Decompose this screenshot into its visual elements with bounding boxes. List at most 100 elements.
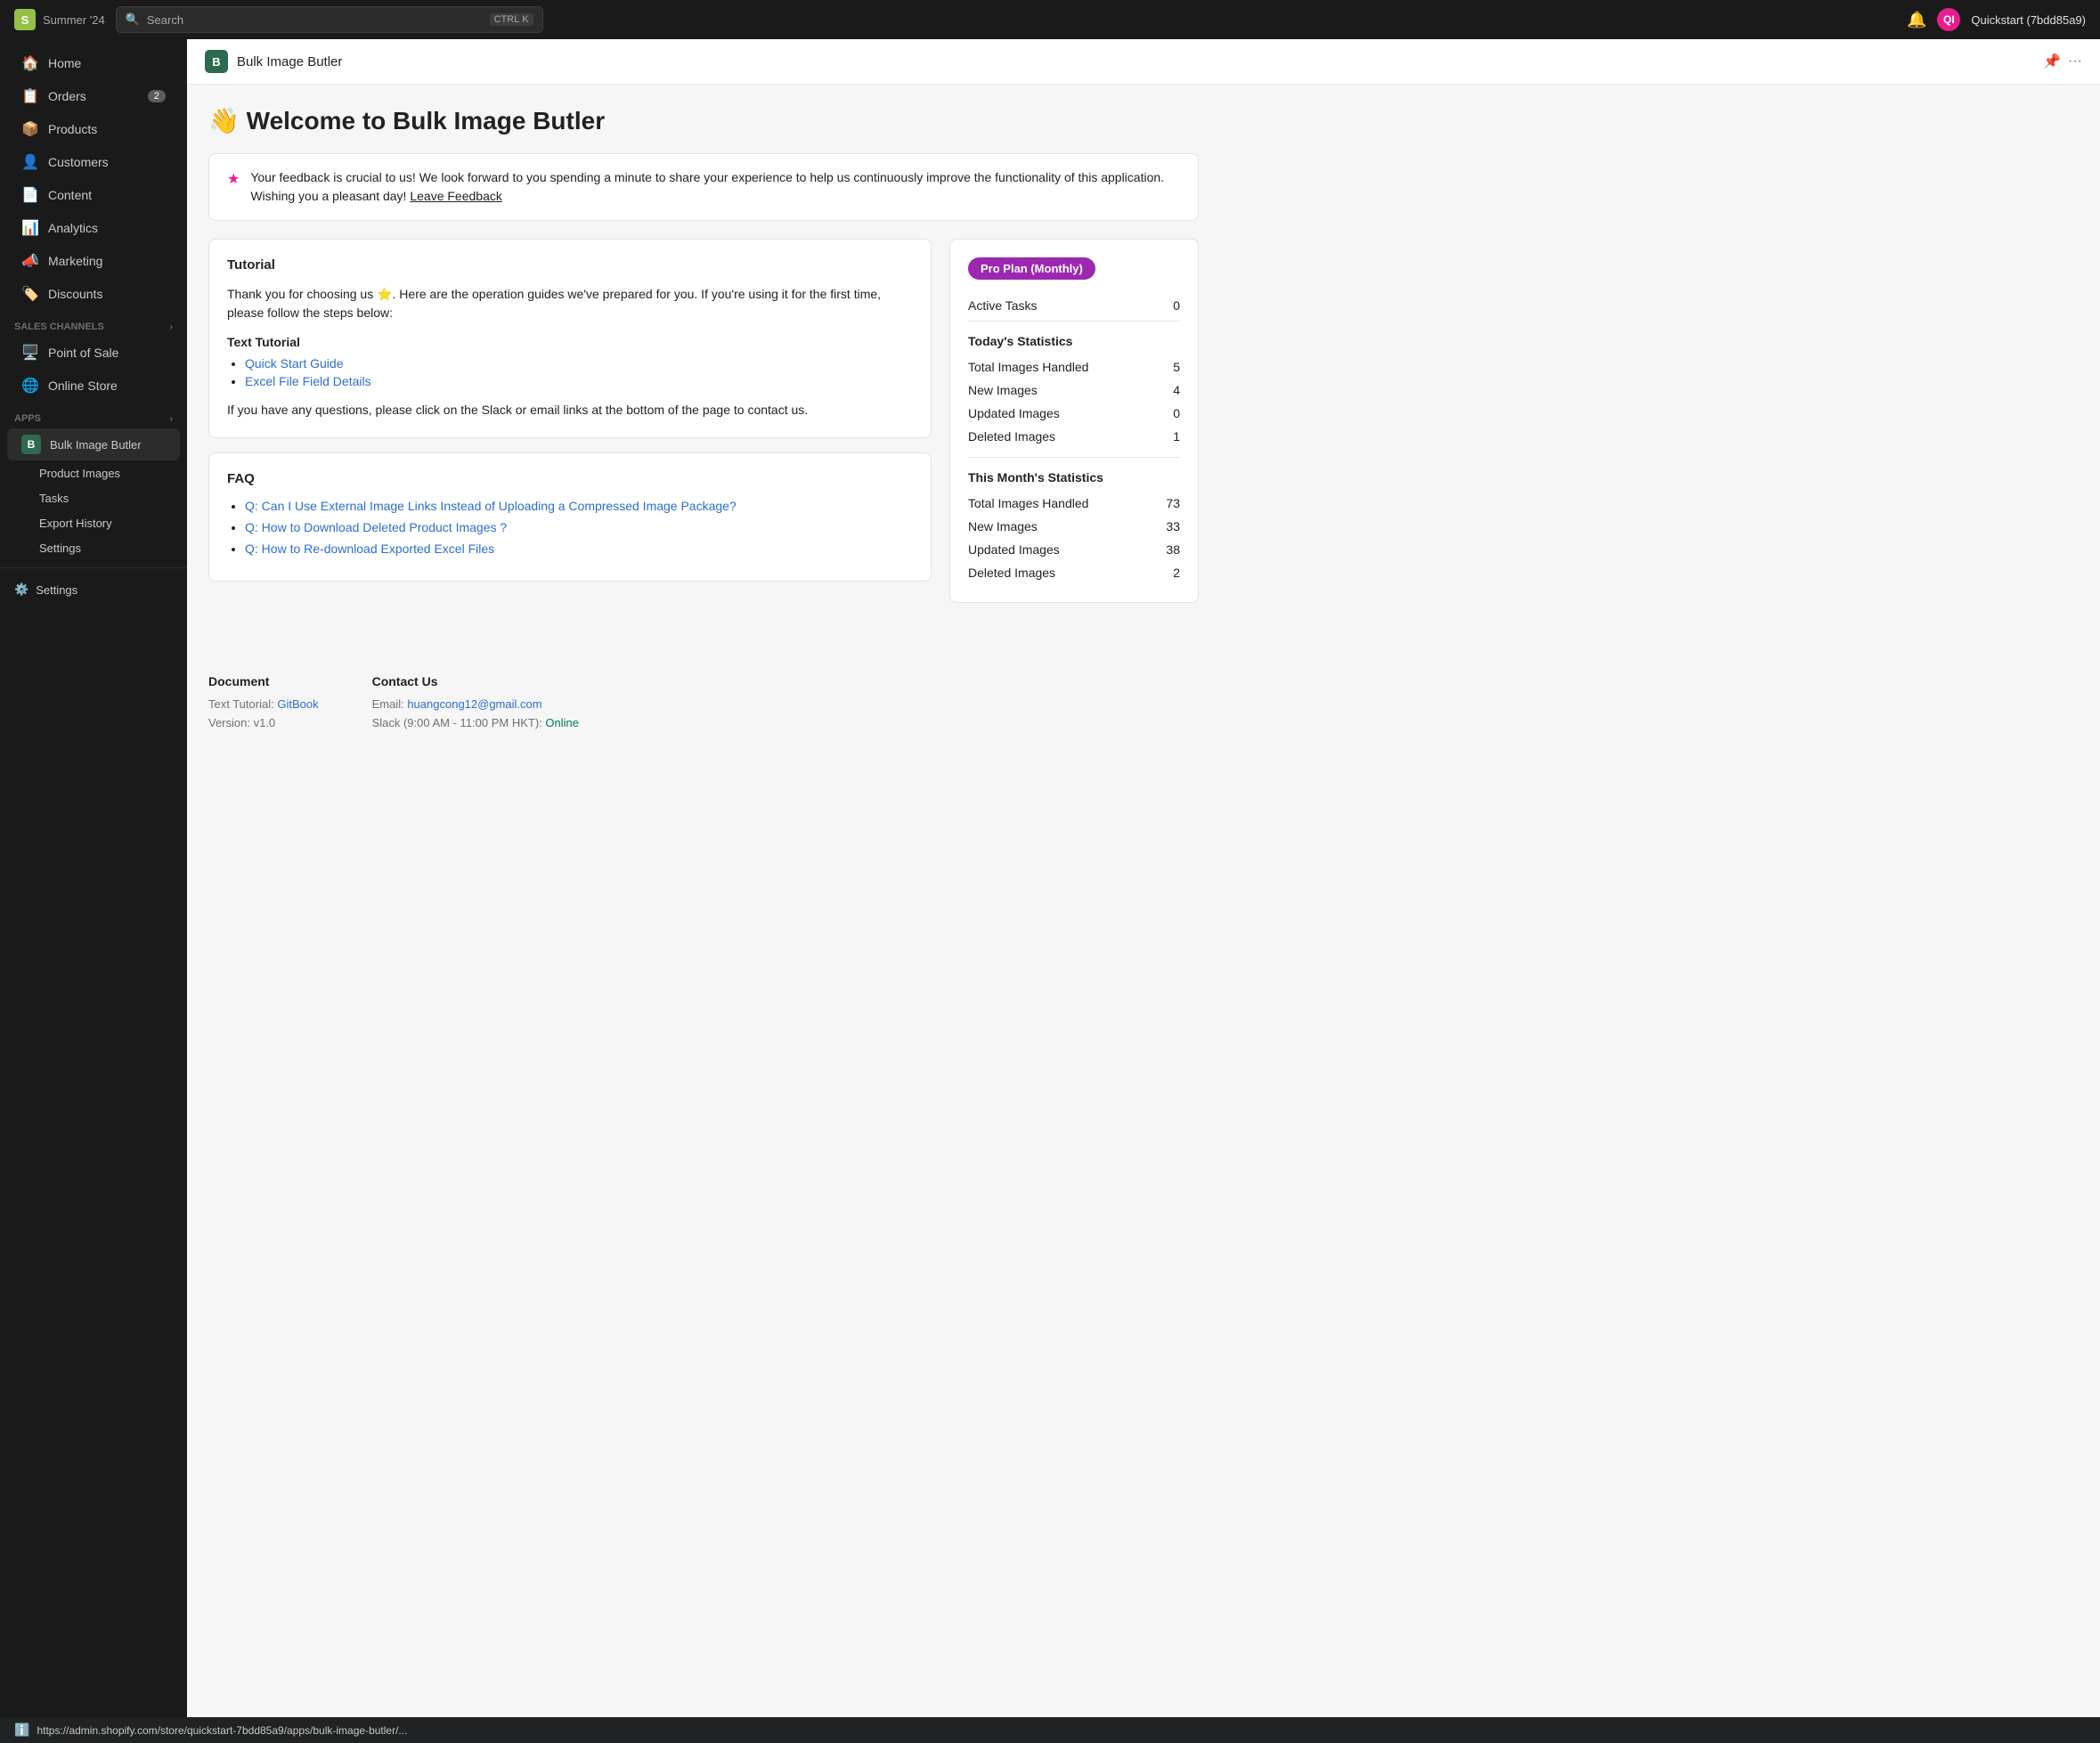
topbar: S Summer '24 🔍 Search CTRL K 🔔 QI Quicks… — [0, 0, 2100, 39]
stat-value: 1 — [1173, 429, 1180, 444]
avatar: QI — [1937, 8, 1960, 31]
footer-slack: Slack (9:00 AM - 11:00 PM HKT): Online — [372, 716, 579, 729]
home-icon: 🏠 — [21, 54, 39, 72]
stat-row: Updated Images 38 — [968, 538, 1180, 561]
quick-start-guide-link[interactable]: Quick Start Guide — [245, 356, 344, 371]
sidebar-item-orders[interactable]: 📋 Orders 2 — [7, 80, 180, 112]
orders-icon: 📋 — [21, 87, 39, 105]
sidebar-subitem-product-images[interactable]: Product Images — [7, 461, 180, 485]
sidebar-item-home[interactable]: 🏠 Home — [7, 47, 180, 79]
right-column: Pro Plan (Monthly) Active Tasks 0 Today'… — [949, 239, 1199, 617]
sidebar-subitem-tasks[interactable]: Tasks — [7, 486, 180, 510]
sidebar-item-label: Discounts — [48, 287, 102, 301]
settings-label: Settings — [39, 542, 81, 555]
footer-contact-title: Contact Us — [372, 674, 579, 688]
footer-contact-col: Contact Us Email: huangcong12@gmail.com … — [372, 674, 579, 735]
product-images-label: Product Images — [39, 467, 120, 480]
settings-icon: ⚙️ — [14, 582, 28, 597]
stat-row: New Images 33 — [968, 515, 1180, 538]
stat-row: Updated Images 0 — [968, 402, 1180, 425]
online-store-icon: 🌐 — [21, 377, 39, 395]
app-name-label: Bulk Image Butler — [50, 438, 142, 452]
customers-icon: 👤 — [21, 153, 39, 171]
stat-label: Deleted Images — [968, 566, 1055, 580]
email-link[interactable]: huangcong12@gmail.com — [407, 697, 541, 711]
stat-label: Updated Images — [968, 406, 1060, 420]
bottom-url: https://admin.shopify.com/store/quicksta… — [37, 1724, 407, 1737]
sidebar-item-online-store[interactable]: 🌐 Online Store — [7, 370, 180, 402]
sidebar-item-marketing[interactable]: 📣 Marketing — [7, 245, 180, 277]
sidebar-item-label: Orders — [48, 89, 86, 103]
sidebar-item-customers[interactable]: 👤 Customers — [7, 146, 180, 178]
faq-link-2[interactable]: Q: How to Download Deleted Product Image… — [245, 520, 507, 534]
shopify-logo-area: S Summer '24 — [14, 9, 105, 30]
app-header-title: Bulk Image Butler — [237, 54, 342, 69]
settings-footer-label: Settings — [36, 583, 77, 597]
gitbook-link[interactable]: GitBook — [277, 697, 318, 711]
faq-link-3[interactable]: Q: How to Re-download Exported Excel Fil… — [245, 542, 494, 556]
tutorial-links: Quick Start Guide Excel File Field Detai… — [227, 356, 913, 388]
more-options-icon[interactable]: ··· — [2068, 53, 2082, 69]
sidebar-item-label: Point of Sale — [48, 346, 118, 360]
sidebar-subitem-settings[interactable]: Settings — [7, 536, 180, 560]
list-item: Excel File Field Details — [245, 374, 913, 388]
stat-label: New Images — [968, 383, 1038, 397]
active-tasks-label: Active Tasks — [968, 298, 1038, 313]
footer-columns: Document Text Tutorial: GitBook Version:… — [208, 674, 2079, 735]
sidebar-item-analytics[interactable]: 📊 Analytics — [7, 212, 180, 244]
leave-feedback-link[interactable]: Leave Feedback — [410, 189, 502, 203]
sidebar-item-label: Products — [48, 122, 97, 136]
active-tasks-value: 0 — [1173, 298, 1180, 313]
notification-icon[interactable]: 🔔 — [1907, 11, 1926, 29]
search-shortcut: CTRL K — [490, 13, 533, 26]
feedback-text: Your feedback is crucial to us! We look … — [250, 168, 1180, 206]
sidebar-item-bulk-image-butler[interactable]: B Bulk Image Butler — [7, 428, 180, 460]
apps-section: Apps › — [0, 403, 187, 428]
username-label: Quickstart (7bdd85a9) — [1971, 13, 2086, 27]
stat-value: 73 — [1166, 496, 1180, 510]
app-icon: B — [21, 435, 41, 454]
left-column: Tutorial Thank you for choosing us ⭐. He… — [208, 239, 932, 596]
content-icon: 📄 — [21, 186, 39, 204]
list-item: Q: How to Download Deleted Product Image… — [245, 520, 913, 534]
sidebar-settings[interactable]: ⚙️ Settings — [0, 575, 187, 604]
footer-document-col: Document Text Tutorial: GitBook Version:… — [208, 674, 319, 735]
shopify-logo-icon: S — [14, 9, 36, 30]
sidebar-item-content[interactable]: 📄 Content — [7, 179, 180, 211]
star-icon: ★ — [227, 170, 240, 188]
excel-field-details-link[interactable]: Excel File Field Details — [245, 374, 371, 388]
sidebar-item-label: Home — [48, 56, 81, 70]
tasks-label: Tasks — [39, 492, 69, 505]
tutorial-card: Tutorial Thank you for choosing us ⭐. He… — [208, 239, 932, 438]
sidebar-item-point-of-sale[interactable]: 🖥️ Point of Sale — [7, 337, 180, 369]
search-icon: 🔍 — [126, 12, 140, 27]
stat-label: New Images — [968, 519, 1038, 533]
active-tasks-row: Active Tasks 0 — [968, 294, 1180, 317]
sidebar-subitem-export-history[interactable]: Export History — [7, 511, 180, 535]
faq-link-1[interactable]: Q: Can I Use External Image Links Instea… — [245, 499, 737, 513]
sidebar-item-products[interactable]: 📦 Products — [7, 113, 180, 145]
list-item: Quick Start Guide — [245, 356, 913, 371]
marketing-icon: 📣 — [21, 252, 39, 270]
feedback-banner: ★ Your feedback is crucial to us! We loo… — [208, 153, 1199, 221]
sales-channels-section: Sales channels › — [0, 311, 187, 336]
stat-row: Total Images Handled 5 — [968, 355, 1180, 379]
tutorial-intro: Thank you for choosing us ⭐. Here are th… — [227, 285, 913, 322]
sidebar-item-label: Marketing — [48, 254, 102, 268]
app-header-logo: B — [205, 50, 228, 73]
footer-text-tutorial: Text Tutorial: GitBook — [208, 697, 319, 711]
tutorial-title: Tutorial — [227, 257, 913, 273]
slack-online-link[interactable]: Online — [545, 716, 579, 729]
tutorial-note: If you have any questions, please click … — [227, 401, 913, 419]
footer-email: Email: huangcong12@gmail.com — [372, 697, 579, 711]
stat-label: Deleted Images — [968, 429, 1055, 444]
main-content: B Bulk Image Butler 📌 ··· 👋 Welcome to B… — [187, 39, 2100, 1743]
export-history-label: Export History — [39, 517, 112, 530]
store-name: Summer '24 — [43, 13, 105, 27]
search-placeholder: Search — [147, 13, 183, 27]
stat-row: Deleted Images 1 — [968, 425, 1180, 448]
pin-icon[interactable]: 📌 — [2043, 53, 2061, 70]
faq-list: Q: Can I Use External Image Links Instea… — [227, 499, 913, 556]
sidebar-item-discounts[interactable]: 🏷️ Discounts — [7, 278, 180, 310]
search-bar[interactable]: 🔍 Search CTRL K — [116, 6, 543, 33]
